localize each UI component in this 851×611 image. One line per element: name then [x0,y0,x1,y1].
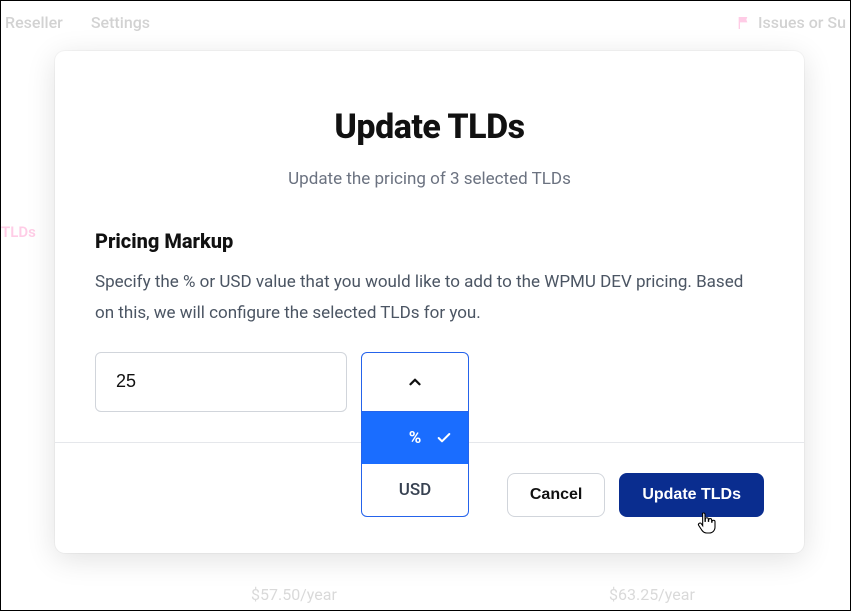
dropdown-option-usd[interactable]: USD [362,464,468,516]
markup-value-input[interactable] [95,352,347,412]
dropdown-option-label: % [409,428,422,448]
dropdown-trigger[interactable] [361,352,469,412]
pricing-markup-description: Specify the % or USD value that you woul… [95,267,764,330]
dropdown-list: % USD [361,412,469,517]
modal-subtitle: Update the pricing of 3 selected TLDs [95,169,764,189]
cancel-button-label: Cancel [530,486,582,504]
pricing-markup-heading: Pricing Markup [95,229,764,253]
chevron-up-icon [406,373,424,391]
update-tlds-button-label: Update TLDs [642,486,741,504]
dropdown-option-percent[interactable]: % [362,412,468,464]
check-icon [436,430,452,446]
modal-body: Pricing Markup Specify the % or USD valu… [55,219,804,442]
cancel-button[interactable]: Cancel [507,473,605,517]
update-tlds-button[interactable]: Update TLDs [619,473,764,517]
dropdown-option-label: USD [399,480,432,500]
markup-unit-dropdown[interactable]: % USD [361,352,469,412]
update-tlds-modal: Update TLDs Update the pricing of 3 sele… [55,51,804,553]
markup-field-row: % USD [95,352,764,412]
modal-title: Update TLDs [95,107,764,147]
modal-header: Update TLDs Update the pricing of 3 sele… [55,51,804,219]
